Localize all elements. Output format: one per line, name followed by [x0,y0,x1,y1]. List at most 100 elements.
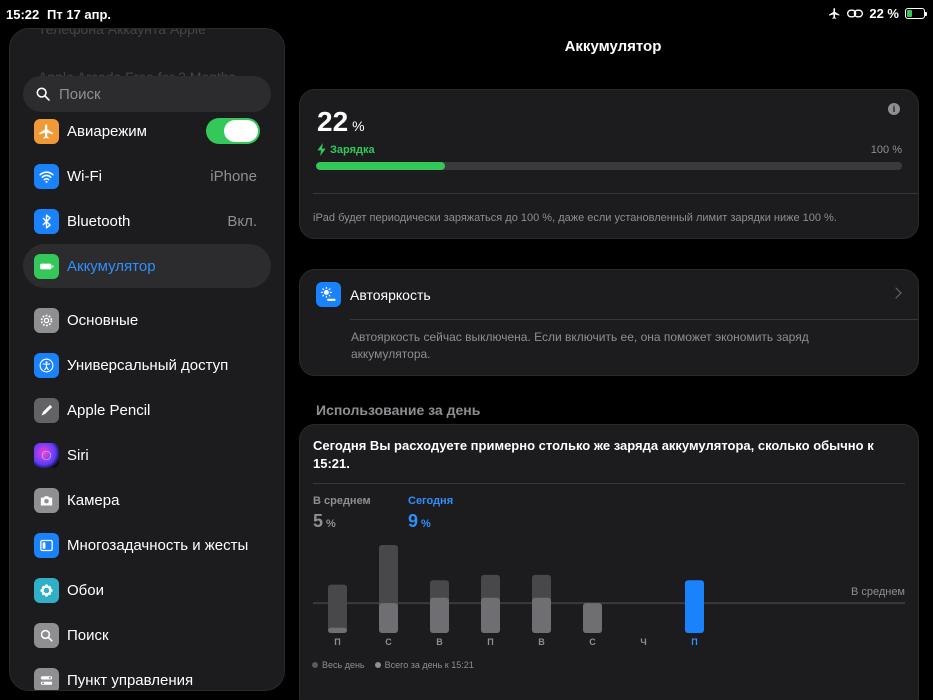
charging-label: Зарядка [330,143,375,156]
sidebar-item-label: Apple Pencil [67,401,151,419]
wifi-icon [34,163,59,189]
status-time: 15:22 [6,7,40,22]
bluetooth-icon [34,208,59,234]
x-tick-label: С [385,637,392,647]
divider [313,483,905,484]
usage-bar-until-now [532,597,551,633]
sidebar-item-bluetooth[interactable]: Bluetooth Вкл. [23,199,271,243]
info-icon[interactable]: i [888,103,900,115]
auto-brightness-row[interactable]: Автояркость [316,282,431,307]
sidebar-item-label: Siri [67,446,89,464]
link-status-icon [847,9,864,18]
sidebar-item-wallpaper[interactable]: Обои [23,568,271,612]
average-value: 5% [313,511,336,532]
sidebar-item-label: Wi-Fi [67,167,102,185]
legend-item-until-now: Всего за день к 15:21 [374,660,474,670]
charging-bolt-icon [317,143,326,156]
sidebar-item-label: Основные [67,311,139,329]
sidebar: Телефона Аккаунта Apple Apple Arcade Fre… [9,28,285,691]
usage-bar-until-now [481,597,500,633]
auto-brightness-label: Автояркость [350,286,431,303]
sidebar-item-label: Пункт управления [67,671,194,689]
today-value: 9% [408,511,431,532]
sidebar-item-label: Универсальный доступ [67,356,229,374]
search-icon [34,622,59,648]
sidebar-item-general[interactable]: Основные [23,298,271,342]
sidebar-item-battery[interactable]: Аккумулятор [23,244,271,288]
average-value-number: 5 [313,511,324,531]
today-unit: % [421,518,431,530]
page-title: Аккумулятор [564,38,662,55]
today-value-number: 9 [408,511,419,531]
battery-percent: 22% [317,106,365,138]
sidebar-item-label: Обои [67,581,104,599]
legend-dot [374,662,381,668]
charging-row: Зарядка 100 % [317,143,902,156]
x-tick-label: Ч [640,637,646,647]
bluetooth-status-value: Вкл. [227,212,257,230]
battery-icon [34,253,59,279]
today-label: Сегодня [408,495,454,507]
usage-bar-until-now [430,597,449,633]
divider [313,193,918,194]
sidebar-item-label: Аккумулятор [67,257,156,275]
sidebar-item-label: Поиск [67,626,109,644]
sidebar-ghost-line: Телефона Аккаунта Apple [38,28,206,37]
status-date: Пт 17 апр. [47,7,112,22]
chart-legend: Весь день Всего за день к 15:21 [312,660,474,670]
auto-brightness-note: Автояркость сейчас выключена. Если включ… [351,330,809,361]
sidebar-item-accessibility[interactable]: Универсальный доступ [23,343,271,387]
sidebar-item-control-center[interactable]: Пункт управления [23,658,271,690]
usage-bar-full-day [328,584,347,633]
x-tick-label: П [691,637,697,647]
average-line-label: В среднем [850,586,905,598]
x-tick-label: П [334,637,340,647]
x-tick-label: В [538,637,545,647]
camera-icon [34,487,59,513]
daily-usage-card: Сегодня Вы расходуете примерно столько ж… [299,424,919,700]
battery-level-card: 22% i Зарядка 100 % iPad будет периодиче… [299,89,919,239]
pencil-icon [34,397,59,423]
accessibility-icon [34,352,59,378]
status-indicators: 22 % [828,6,927,21]
charge-max-label: 100 % [870,143,902,156]
usage-summary: Сегодня Вы расходуете примерно столько ж… [313,438,874,471]
charging-note: iPad будет периодически заряжаться до 10… [313,212,837,224]
daily-usage-chart: ПСВПВСЧП [313,545,905,647]
control-center-icon [34,667,59,690]
sidebar-item-multitasking[interactable]: Многозадачность и жесты [23,523,271,567]
average-label: В среднем [313,495,371,507]
average-unit: % [326,518,336,530]
usage-bar-until-now [583,603,602,633]
sidebar-item-airplane-mode[interactable]: Авиарежим [23,109,271,153]
x-tick-label: В [436,637,443,647]
chevron-right-icon[interactable] [890,287,902,299]
sidebar-item-camera[interactable]: Камера [23,478,271,522]
sidebar-item-label: Bluetooth [67,212,131,230]
sidebar-item-apple-pencil[interactable]: Apple Pencil [23,388,271,432]
search-icon [36,87,50,101]
battery-percent-value: 22 [317,106,349,137]
airplane-status-icon [829,8,840,19]
sidebar-item-label: Многозадачность и жесты [67,536,249,554]
brightness-icon [316,282,341,307]
auto-brightness-card: Автояркость Автояркость сейчас выключена… [299,269,919,376]
wifi-network-value: iPhone [210,167,257,185]
battery-percent-text: 22 % [869,6,899,21]
search-field[interactable] [23,76,271,112]
sidebar-item-siri[interactable]: Siri [23,433,271,477]
x-tick-label: П [487,637,493,647]
battery-status-icon [905,8,927,19]
usage-bar-until-now [328,627,347,633]
battery-percent-sign: % [352,118,365,134]
divider [350,319,918,320]
legend-item-all-day: Весь день [312,660,365,670]
wallpaper-icon [34,577,59,603]
sidebar-item-search[interactable]: Поиск [23,613,271,657]
battery-progress-bar [316,162,902,170]
airplane-mode-toggle[interactable] [206,118,260,144]
legend-label: Весь день [322,660,365,670]
gear-icon [34,307,59,333]
search-input[interactable] [59,85,249,103]
sidebar-item-wifi[interactable]: Wi-Fi iPhone [23,154,271,198]
